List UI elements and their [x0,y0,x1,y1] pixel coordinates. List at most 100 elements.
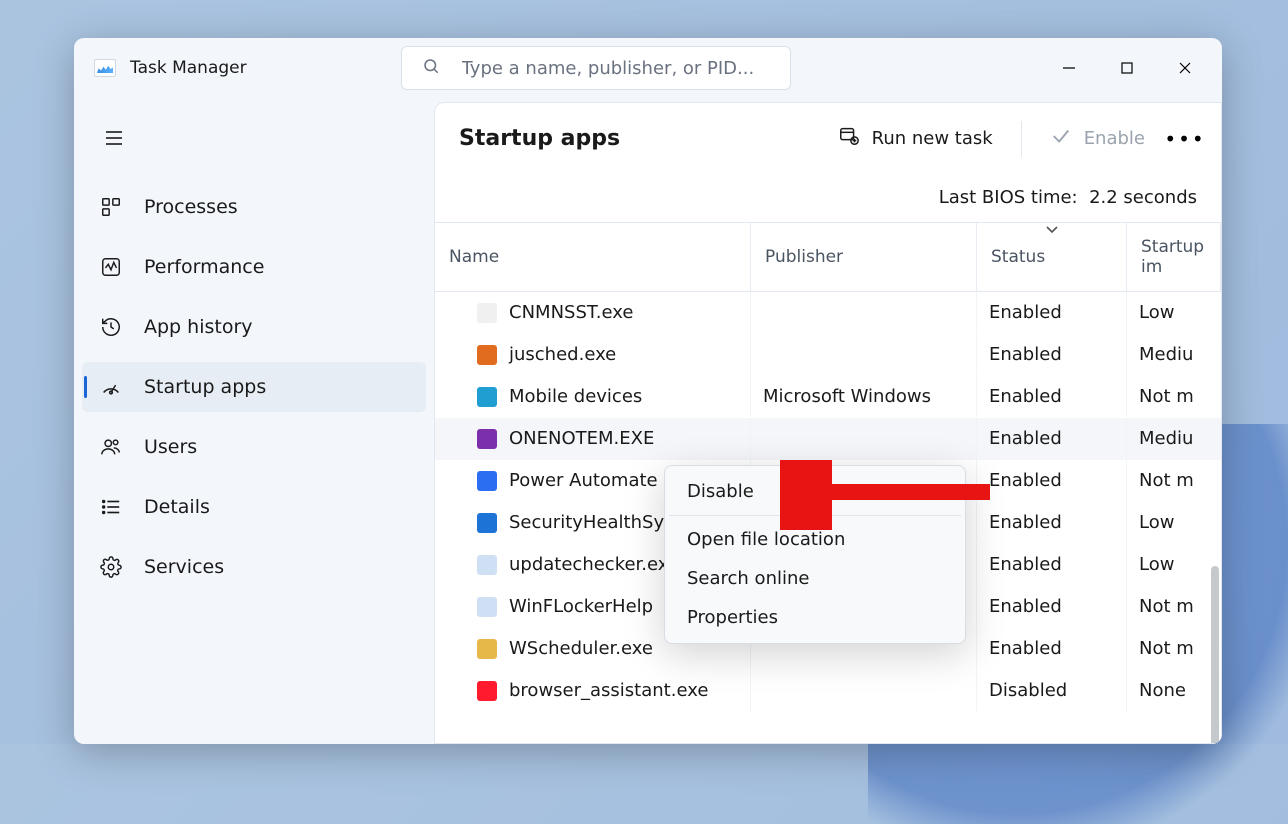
cell-name: CNMNSST.exe [435,292,751,333]
cell-impact: Not m [1127,460,1221,501]
cell-status: Enabled [977,502,1127,543]
cell-impact: Low [1127,292,1221,333]
sidebar-item-label: Details [144,496,210,518]
sidebar-item-label: App history [144,316,253,338]
cell-status: Enabled [977,460,1127,501]
gauge-icon [100,376,122,398]
app-row-icon [477,387,497,407]
app-row-icon [477,471,497,491]
table-row[interactable]: Mobile devices Microsoft WindowsEnabledNo… [435,376,1221,418]
cell-impact: Low [1127,502,1221,543]
cell-publisher [751,670,977,711]
table-row[interactable]: ONENOTEM.EXEEnabledMediu [435,418,1221,460]
table-header: Name Publisher Status Startup im [435,222,1221,292]
activity-icon [100,256,122,278]
cell-impact: Mediu [1127,334,1221,375]
users-icon [100,436,122,458]
cell-impact: Not m [1127,586,1221,627]
app-row-icon [477,597,497,617]
task-manager-window: Task Manager [74,38,1222,744]
cell-status: Enabled [977,544,1127,585]
sidebar-item-label: Processes [144,196,238,218]
sidebar-item-label: Services [144,556,224,578]
cell-status: Enabled [977,628,1127,669]
cell-publisher [751,418,977,459]
sidebar-item-users[interactable]: Users [82,422,426,472]
col-impact[interactable]: Startup im [1127,223,1221,291]
window-body: Processes Performance App history Startu… [74,98,1222,744]
table-row[interactable]: jusched.exeEnabledMediu [435,334,1221,376]
grid-icon [100,196,122,218]
cell-status: Disabled [977,670,1127,711]
cell-name: Mobile devices [435,376,751,417]
table-row[interactable]: browser_assistant.exe DisabledNone [435,670,1221,712]
cell-name-text: Power Automate [509,470,658,491]
col-publisher[interactable]: Publisher [751,223,977,291]
more-button[interactable]: ••• [1167,121,1203,157]
content-panel: Startup apps Run new task Enable ••• Las… [434,102,1222,744]
cell-name-text: CNMNSST.exe [509,302,633,323]
window-controls [1040,48,1214,88]
table-row[interactable]: CNMNSST.exe EnabledLow [435,292,1221,334]
cell-status: Enabled [977,292,1127,333]
context-menu-disable[interactable]: Disable [665,472,965,511]
cell-name-text: browser_assistant.exe [509,680,708,701]
vertical-scrollbar[interactable] [1211,566,1219,743]
app-title: Task Manager [130,58,247,78]
cell-name-text: WinFLockerHelp [509,596,653,617]
cell-impact: Not m [1127,628,1221,669]
app-row-icon [477,555,497,575]
app-row-icon [477,429,497,449]
hamburger-button[interactable] [94,118,134,158]
list-icon [100,496,122,518]
run-new-task-button[interactable]: Run new task [826,119,1005,158]
cell-name-text: SecurityHealthSys [509,512,673,533]
sidebar-item-details[interactable]: Details [82,482,426,532]
sidebar-item-label: Users [144,436,197,458]
context-menu: Disable Open file location Search online… [664,465,966,644]
app-icon [94,59,116,77]
cell-status: Enabled [977,376,1127,417]
cell-publisher [751,334,977,375]
cell-impact: None [1127,670,1221,711]
cell-status: Enabled [977,418,1127,459]
sort-indicator-icon [1045,222,1059,238]
search-input[interactable] [462,58,770,79]
enable-button[interactable]: Enable [1038,119,1157,158]
sidebar: Processes Performance App history Startu… [74,98,434,744]
enable-label: Enable [1084,128,1145,149]
bios-label: Last BIOS time: [939,187,1078,208]
gear-icon [100,556,122,578]
close-button[interactable] [1156,48,1214,88]
cell-name: browser_assistant.exe [435,670,751,711]
bios-time-row: Last BIOS time: 2.2 seconds [435,175,1221,222]
cell-name: ONENOTEM.EXE [435,418,751,459]
sidebar-item-app-history[interactable]: App history [82,302,426,352]
sidebar-item-services[interactable]: Services [82,542,426,592]
search-icon [422,57,440,79]
sidebar-item-processes[interactable]: Processes [82,182,426,232]
run-task-icon [838,125,860,152]
context-menu-search-online[interactable]: Search online [665,559,965,598]
cell-impact: Not m [1127,376,1221,417]
maximize-button[interactable] [1098,48,1156,88]
page-title: Startup apps [459,126,620,151]
cell-impact: Low [1127,544,1221,585]
sidebar-item-startup-apps[interactable]: Startup apps [82,362,426,412]
col-name[interactable]: Name [435,223,751,291]
cell-publisher: Microsoft Windows [751,376,977,417]
app-row-icon [477,513,497,533]
cell-name-text: updatechecker.exe [509,554,679,575]
search-box[interactable] [401,46,791,90]
sidebar-item-label: Startup apps [144,376,266,398]
cell-status: Enabled [977,586,1127,627]
cell-name-text: WScheduler.exe [509,638,653,659]
cell-status: Enabled [977,334,1127,375]
context-menu-properties[interactable]: Properties [665,598,965,637]
check-icon [1050,125,1072,152]
cell-name-text: Mobile devices [509,386,642,407]
context-menu-open-location[interactable]: Open file location [665,520,965,559]
minimize-button[interactable] [1040,48,1098,88]
app-row-icon [477,303,497,323]
sidebar-item-performance[interactable]: Performance [82,242,426,292]
